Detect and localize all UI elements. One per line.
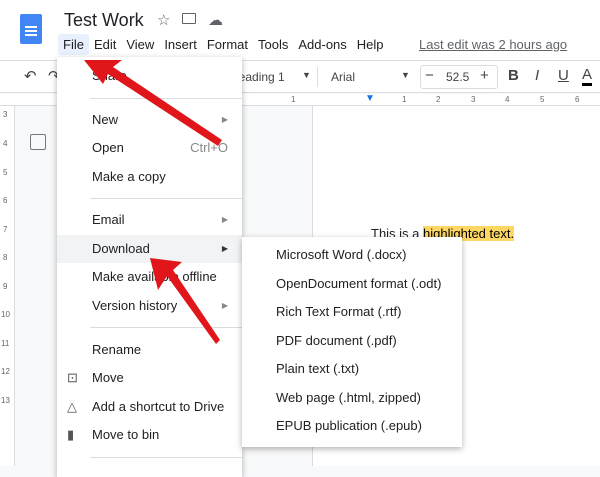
annotation-arrows <box>84 60 222 344</box>
red-arrow-icon <box>84 60 222 146</box>
red-arrow-icon <box>150 258 220 344</box>
